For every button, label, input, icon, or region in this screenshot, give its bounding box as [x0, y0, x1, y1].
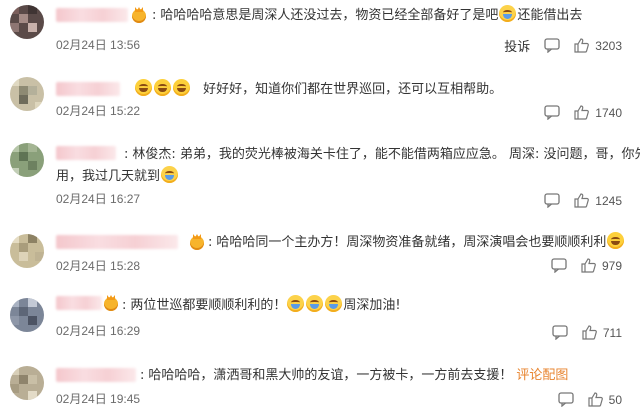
- like-count: 711: [602, 325, 622, 340]
- username-blurred[interactable]: [56, 296, 102, 310]
- avatar[interactable]: [10, 234, 44, 268]
- comment-actions: 979: [551, 258, 622, 273]
- comment-item: : 哈哈哈同一个主办方！周深物资准备就绪，周深演唱会也要顺顺利利 02月24日 1…: [0, 226, 640, 286]
- comment-item: : 哈哈哈哈意思是周深人还没过去，物资已经全部备好了是吧 还能借出去 02月24日 …: [0, 0, 640, 66]
- comment-item: : 两位世巡都要顺顺利利的！ 周深加油! 02月24日 16:29 711: [0, 292, 640, 352]
- comment-text: : 哈哈哈哈，潇洒哥和黑大帅的友谊，一方被卡，一方前去支援！ 评论配图: [140, 368, 569, 383]
- like-count: 50: [608, 392, 622, 407]
- username-blurred[interactable]: [56, 368, 136, 382]
- cry-emoji-icon: [161, 166, 179, 183]
- like-count: 979: [601, 258, 622, 273]
- like-count: 3203: [595, 38, 622, 53]
- cry-emoji-icon: [499, 5, 517, 22]
- comment-time: 02月24日 13:56: [56, 38, 141, 52]
- avatar[interactable]: [10, 298, 44, 332]
- laugh-emoji-icon: [154, 79, 171, 96]
- reply-icon[interactable]: [551, 258, 567, 273]
- comment-actions: 711: [552, 325, 622, 340]
- reply-icon[interactable]: [544, 193, 560, 208]
- comment-text: : 哈哈哈哈意思是周深人还没过去，物资已经全部备好了是吧 还能借出去: [150, 3, 640, 28]
- crown-badge-icon: [190, 236, 204, 250]
- comment-time: 02月24日 19:45: [56, 392, 141, 406]
- comment-image-link[interactable]: 评论配图: [516, 368, 568, 383]
- comment-actions: 投诉 3203: [504, 36, 622, 55]
- comment-time: 02月24日 16:29: [56, 324, 141, 338]
- laugh-emoji-icon: [173, 79, 190, 96]
- like-icon: [574, 193, 590, 208]
- comment-time: 02月24日 15:28: [56, 259, 141, 273]
- username-blurred[interactable]: [56, 235, 178, 249]
- like-button[interactable]: 711: [582, 325, 622, 340]
- cry-emoji-icon: [287, 295, 305, 312]
- comment-item: 好好好，知道你们都在世界巡回，还可以互相帮助。 02月24日 15:22 174…: [0, 70, 640, 132]
- like-button[interactable]: 50: [588, 392, 622, 407]
- cry-emoji-icon: [306, 295, 324, 312]
- reply-icon[interactable]: [544, 38, 560, 53]
- avatar[interactable]: [10, 77, 44, 111]
- comment-time: 02月24日 16:27: [56, 192, 141, 206]
- like-icon: [582, 325, 597, 340]
- username-blurred[interactable]: [56, 82, 120, 96]
- like-count: 1245: [595, 193, 622, 208]
- username-blurred[interactable]: [56, 146, 116, 160]
- like-icon: [574, 38, 590, 53]
- avatar[interactable]: [10, 366, 44, 400]
- comment-text: : 哈哈哈同一个主办方！周深物资准备就绪，周深演唱会也要顺顺利利: [206, 230, 640, 255]
- avatar[interactable]: [10, 5, 44, 39]
- like-icon: [574, 105, 590, 120]
- comment-time: 02月24日 15:22: [56, 104, 141, 118]
- username-blurred[interactable]: [56, 8, 128, 22]
- like-icon: [588, 392, 603, 407]
- like-button[interactable]: 1740: [574, 105, 622, 120]
- like-button[interactable]: 979: [581, 258, 622, 273]
- like-count: 1740: [595, 105, 622, 120]
- comment-actions: 1740: [544, 105, 622, 120]
- comment-text-line2: 用，我过几天就到: [56, 164, 616, 189]
- comment-actions: 50: [557, 392, 622, 407]
- avatar[interactable]: [10, 143, 44, 177]
- laugh-emoji-icon: [135, 79, 152, 96]
- like-button[interactable]: 3203: [574, 38, 622, 53]
- report-link[interactable]: 投诉: [504, 36, 530, 55]
- laugh-emoji-icon: [607, 232, 625, 249]
- reply-icon[interactable]: [557, 392, 574, 407]
- like-icon: [581, 258, 596, 273]
- crown-badge-icon: [104, 297, 118, 311]
- reply-icon[interactable]: [544, 105, 560, 120]
- comment-item: : 林俊杰: 弟弟，我的荧光棒被海关卡住了，能不能借两箱应应急。 周深: 没问题，…: [0, 140, 640, 216]
- reply-icon[interactable]: [552, 325, 568, 340]
- crown-badge-icon: [132, 9, 146, 23]
- comment-text: : 两位世巡都要顺顺利利的！ 周深加油!: [120, 293, 640, 318]
- cry-emoji-icon: [325, 295, 343, 312]
- comment-list: : 哈哈哈哈意思是周深人还没过去，物资已经全部备好了是吧 还能借出去 02月24日 …: [0, 0, 640, 418]
- comment-actions: 1245: [544, 193, 622, 208]
- comment-text: 好好好，知道你们都在世界巡回，还可以互相帮助。: [134, 77, 640, 102]
- like-button[interactable]: 1245: [574, 193, 622, 208]
- comment-item: : 哈哈哈哈，潇洒哥和黑大帅的友谊，一方被卡，一方前去支援！ 评论配图 02月24日…: [0, 358, 640, 418]
